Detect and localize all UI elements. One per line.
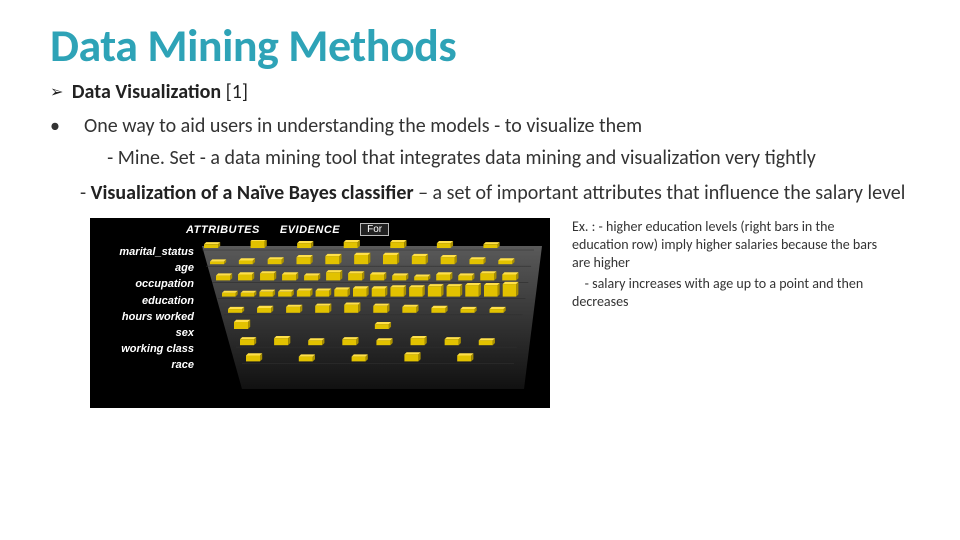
subheading-ref: [1] [221,80,248,104]
row-label: race [90,357,198,373]
triangle-bullet-icon: ➢ [50,82,63,102]
nb-rest: – a set of important attributes that inf… [414,181,906,205]
mineset-paragraph: - Mine. Set - a data mining tool that in… [80,146,920,171]
subheading: ➢ Data Visualization [1] [50,80,920,104]
example-p2: - salary increases with age up to a poin… [572,275,892,311]
header-attributes: ATTRIBUTES [186,224,260,236]
chart-row-labels: marital_status age occupation education … [90,244,198,374]
nb-bold: Visualization of a Naïve Bayes classifie… [91,181,414,205]
row-label: occupation [90,276,198,292]
bullet-dot-icon: • [50,114,84,138]
row-label: marital_status [90,244,198,260]
evidence-chart: ATTRIBUTES EVIDENCE For marital_status a… [90,218,550,408]
naive-bayes-paragraph: - Visualization of a Naïve Bayes classif… [80,181,920,206]
slide: Data Mining Methods ➢ Data Visualization… [0,0,960,408]
bullet-line: •One way to aid users in understanding t… [50,114,920,138]
bars-3d-icon [202,240,542,395]
nb-lead: - [80,181,91,205]
example-text: Ex. : - higher education levels (right b… [572,218,892,313]
header-evidence: EVIDENCE [280,224,340,236]
example-p1: Ex. : - higher education levels (right b… [572,218,892,273]
row-label: age [90,260,198,276]
row-label: sex [90,325,198,341]
for-dropdown[interactable]: For [360,223,389,236]
row-label: education [90,293,198,309]
content-row: ATTRIBUTES EVIDENCE For marital_status a… [90,218,920,408]
row-label: hours worked [90,309,198,325]
subheading-bold: Data Visualization [67,80,221,104]
slide-title: Data Mining Methods [50,18,920,74]
chart-header: ATTRIBUTES EVIDENCE For [186,223,542,236]
bullet-text: One way to aid users in understanding th… [84,114,642,138]
row-label: working class [90,341,198,357]
